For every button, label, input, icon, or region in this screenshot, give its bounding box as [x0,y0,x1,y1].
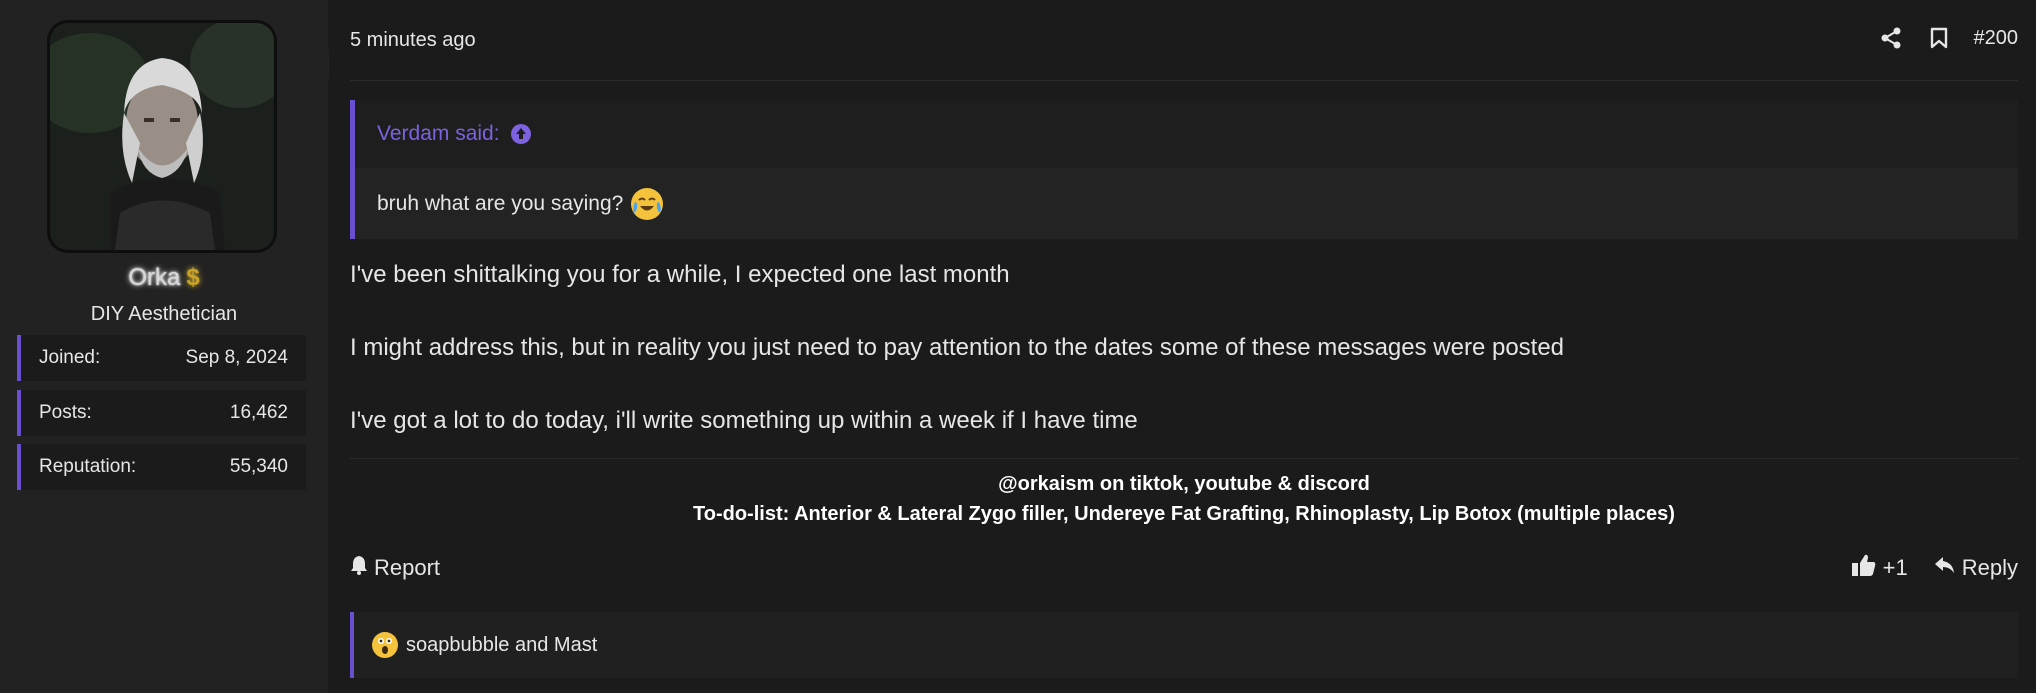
stat-posts: Posts: 16,462 [17,390,306,436]
stat-label: Joined: [39,347,101,368]
report-label[interactable]: Report [374,555,440,581]
reaction-count[interactable]: +1 [1883,555,1908,581]
post-footer: Report +1 Reply [350,551,2018,585]
share-icon[interactable] [1878,25,1904,51]
username[interactable]: Orka $ [0,264,328,292]
stat-label: Reputation: [39,456,137,477]
stat-value: 55,340 [229,456,288,477]
reactions-bar[interactable]: soapbubble and Mast [350,612,2018,678]
post-pointer-arrow [313,50,329,80]
quote-header[interactable]: Verdam said: [355,100,2018,168]
signature-line: To-do-list: Anterior & Lateral Zygo fill… [693,503,1675,525]
reply-button[interactable]: Reply [1934,555,2018,581]
quote-body: bruh what are you saying? [355,168,2018,239]
stat-joined: Joined: Sep 8, 2024 [17,335,306,381]
astonished-emoji-icon [372,632,398,658]
post-container: 5 minutes ago #200 Verdam said: bruh wha… [329,0,2036,693]
stat-value: Sep 8, 2024 [185,347,288,368]
crying-laughing-emoji-icon [631,187,664,220]
thumbs-up-icon [1851,553,1877,583]
bookmark-icon[interactable] [1926,25,1952,51]
reply-label[interactable]: Reply [1962,555,2018,581]
quote-block: Verdam said: bruh what are you saying? [350,100,2018,239]
bell-icon [350,555,368,581]
stat-label: Posts: [39,402,92,423]
username-text[interactable]: Orka [128,264,180,291]
dollar-badge-icon: $ [186,264,200,291]
like-button[interactable]: +1 [1851,553,1908,583]
user-sidebar: Orka $ DIY Aesthetician Joined: Sep 8, 20… [0,0,328,693]
quote-text: bruh what are you saying? [377,191,624,215]
post-signature: @orkaism on tiktok, youtube & discord To… [350,458,2018,529]
user-avatar[interactable] [50,23,274,250]
message-paragraph: I might address this, but in reality you… [350,334,1565,361]
stat-value: 16,462 [229,402,288,423]
signature-line: @orkaism on tiktok, youtube & discord [998,473,1370,495]
report-button[interactable]: Report [350,555,440,581]
post-header-actions: #200 [1878,25,2019,51]
avatar-image [50,23,274,250]
reactions-text[interactable]: soapbubble and Mast [406,634,597,657]
post-number[interactable]: #200 [1974,27,2019,50]
message-paragraph: I've been shittalking you for a while, I… [350,261,1010,288]
stat-reputation: Reputation: 55,340 [17,444,306,490]
arrow-up-circle-icon[interactable] [510,123,532,145]
quote-author[interactable]: Verdam said: [377,122,500,146]
post-message: I've been shittalking you for a while, I… [350,256,2018,439]
user-title: DIY Aesthetician [90,303,238,325]
reply-arrow-icon [1934,555,1956,581]
post-header: 5 minutes ago #200 [350,0,2018,81]
post-timestamp[interactable]: 5 minutes ago [350,29,476,52]
message-paragraph: I've got a lot to do today, i'll write s… [350,407,1138,434]
